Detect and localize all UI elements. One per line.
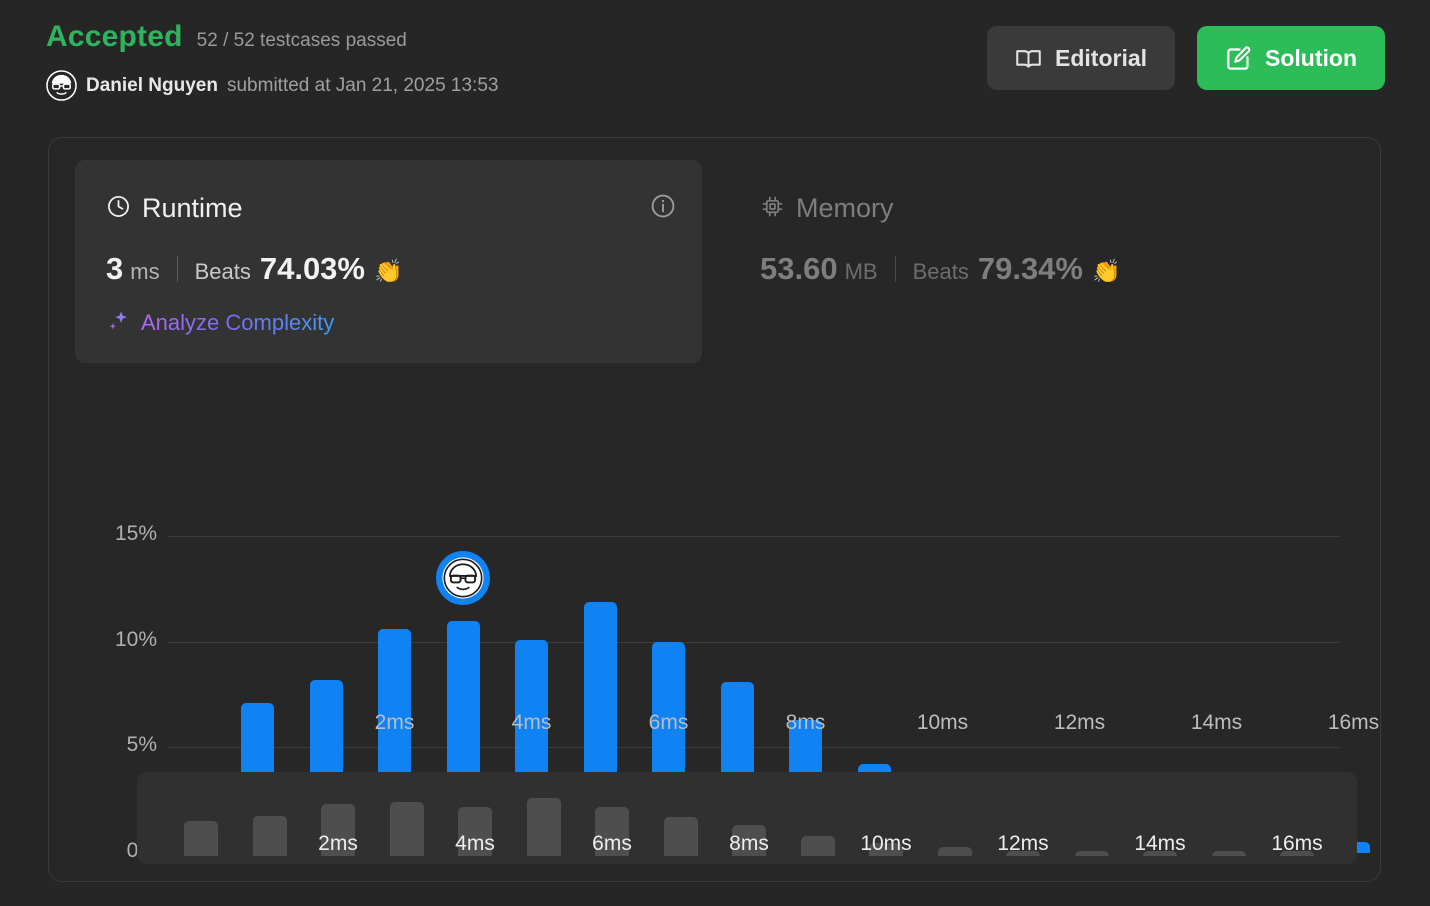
memory-stats: 53.60 MB Beats 79.34% 👏 (760, 251, 1121, 287)
submission-result-page: Accepted 52 / 52 testcases passed Daniel… (0, 0, 1430, 906)
header-actions: Editorial Solution (987, 26, 1385, 90)
chart-range-brush[interactable]: 2ms 4ms 6ms 8ms 10ms 12ms 14ms 16ms (137, 772, 1357, 864)
user-position-marker[interactable] (436, 550, 490, 605)
submission-header: Accepted 52 / 52 testcases passed Daniel… (0, 0, 1430, 120)
brush-tick-label: 10ms (860, 832, 912, 855)
pencil-square-icon (1225, 45, 1252, 72)
brush-tick-label: 8ms (729, 832, 769, 855)
x-axis-tick: 16ms (1327, 711, 1380, 734)
y-axis-tick: 5% (126, 733, 157, 757)
analyze-complexity-link[interactable]: Analyze Complexity (106, 308, 334, 338)
clap-emoji: 👏 (373, 258, 403, 284)
x-axis-tick: 2ms (374, 711, 415, 734)
analyze-complexity-label: Analyze Complexity (141, 310, 335, 335)
brush-mini-bar (800, 835, 835, 856)
memory-beats-label: Beats (912, 259, 969, 284)
x-axis-tick: 8ms (785, 711, 826, 734)
clock-icon (106, 194, 131, 224)
runtime-stats: 3 ms Beats 74.03% 👏 (106, 251, 403, 287)
stats-card: Runtime 3 ms Beats 74.03% 👏 Analyze Comp… (48, 137, 1381, 882)
x-axis-tick: 14ms (1190, 711, 1243, 734)
brush-tick-label: 6ms (592, 832, 632, 855)
brush-mini-bar (184, 821, 218, 856)
brush-mini-bar (526, 798, 561, 856)
brush-mini-bar (389, 802, 424, 856)
memory-value: 53.60 (760, 251, 838, 286)
tab-memory[interactable]: Memory 53.60 MB Beats 79.34% 👏 (729, 160, 1289, 363)
chip-icon (760, 194, 785, 224)
gridline (167, 641, 1339, 643)
stat-divider (894, 256, 896, 282)
memory-unit: MB (844, 259, 878, 284)
book-icon (1015, 45, 1042, 72)
sparkle-icon (106, 308, 131, 338)
gridline (167, 536, 1339, 537)
runtime-distribution-chart: 0%5%10%15% 2ms4ms6ms8ms10ms12ms14ms16ms (49, 366, 1382, 862)
editorial-button[interactable]: Editorial (987, 26, 1176, 90)
avatar[interactable] (46, 70, 77, 101)
username[interactable]: Daniel Nguyen (86, 75, 218, 97)
brush-tick-label: 16ms (1271, 832, 1323, 855)
tab-runtime[interactable]: Runtime 3 ms Beats 74.03% 👏 Analyze Comp… (75, 160, 702, 363)
submitted-at: submitted at Jan 21, 2025 13:53 (226, 74, 499, 96)
runtime-beats-label: Beats (194, 259, 251, 284)
brush-mini-bar (937, 846, 972, 856)
submission-meta-row: Daniel Nguyen submitted at Jan 21, 2025 … (46, 70, 498, 101)
stat-divider (176, 256, 178, 282)
solution-button[interactable]: Solution (1197, 26, 1385, 90)
brush-mini-bar (252, 816, 287, 856)
brush-tick-label: 14ms (1134, 832, 1186, 855)
x-axis-tick: 4ms (511, 711, 552, 734)
testcases-passed-text: 52 / 52 testcases passed (196, 30, 407, 51)
runtime-header: Runtime (106, 193, 243, 224)
x-axis-tick: 12ms (1053, 711, 1106, 734)
memory-title: Memory (796, 193, 894, 223)
memory-beats-value: 79.34% (977, 251, 1083, 286)
brush-mini-bar (1074, 851, 1109, 856)
x-axis-tick: 6ms (648, 711, 689, 734)
brush-mini-bar (1211, 851, 1246, 856)
memory-header: Memory (760, 193, 894, 224)
y-axis-tick: 15% (114, 522, 157, 545)
brush-tick-label: 4ms (455, 832, 495, 855)
brush-tick-label: 12ms (997, 832, 1049, 855)
runtime-unit: ms (130, 259, 160, 284)
status-row: Accepted 52 / 52 testcases passed (46, 20, 407, 54)
x-axis-tick: 10ms (916, 711, 969, 734)
brush-mini-bar (663, 816, 698, 856)
status-badge: Accepted (46, 20, 183, 53)
clap-emoji: 👏 (1091, 258, 1121, 284)
runtime-title: Runtime (142, 193, 243, 223)
runtime-beats-value: 74.03% (259, 251, 365, 286)
info-icon[interactable] (650, 193, 676, 224)
y-axis-tick: 10% (114, 627, 157, 651)
brush-tick-label: 2ms (318, 832, 358, 855)
solution-button-label: Solution (1265, 44, 1357, 71)
editorial-button-label: Editorial (1055, 44, 1148, 71)
runtime-value: 3 (106, 251, 124, 286)
